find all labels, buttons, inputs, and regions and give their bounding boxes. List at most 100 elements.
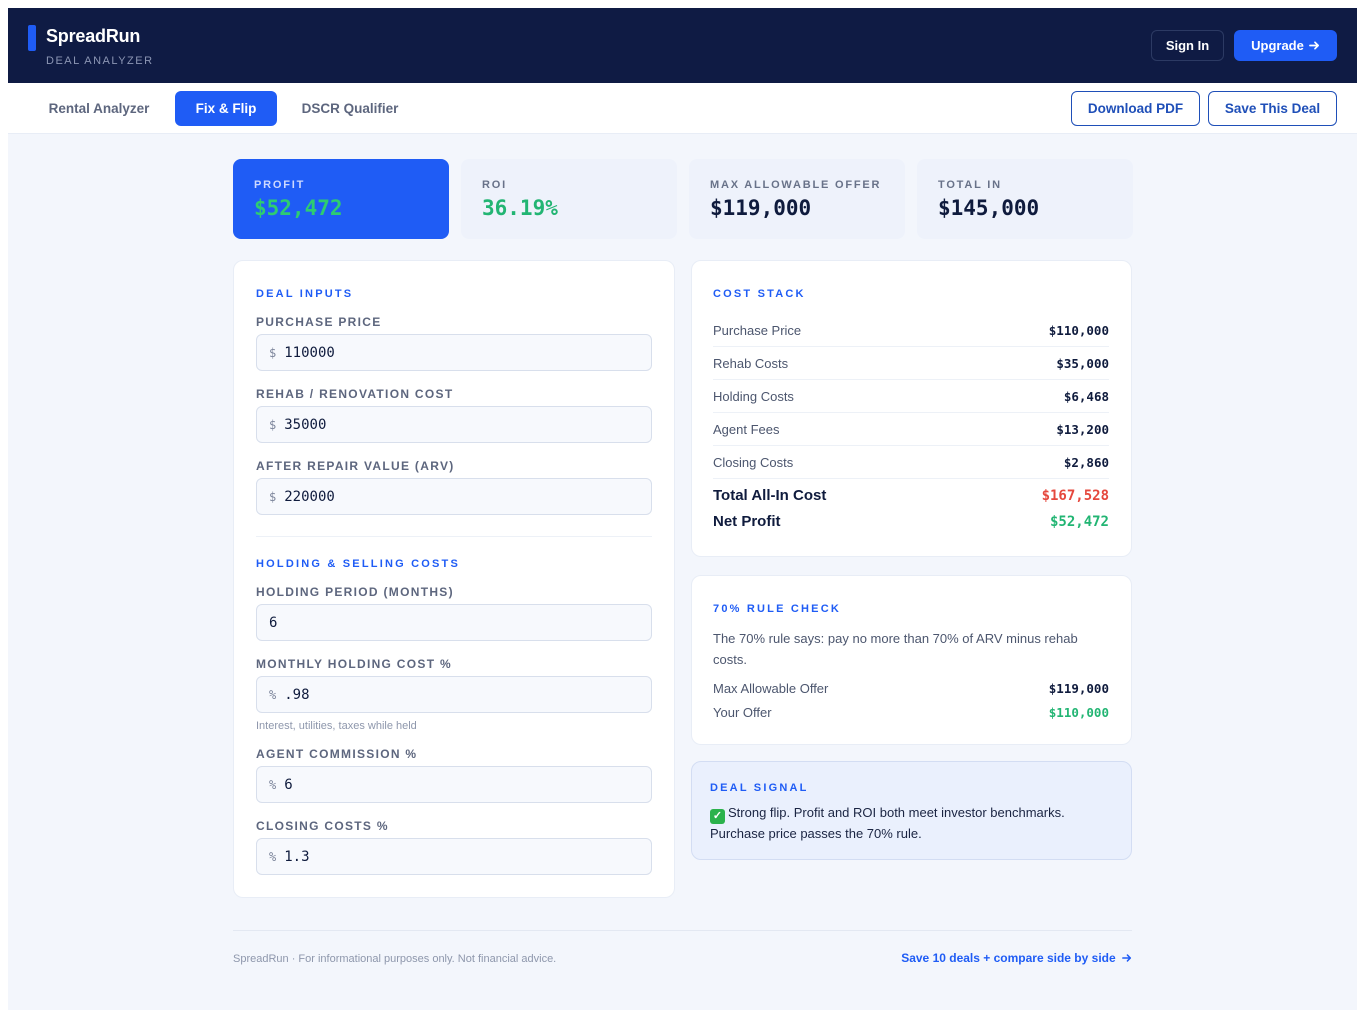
brand-logo-mark (28, 25, 36, 51)
your-offer-row: Your Offer $110,000 (713, 705, 1109, 720)
arv-input[interactable]: $ 220000 (256, 478, 652, 515)
cost-row: Purchase Price $110,000 (713, 314, 1109, 347)
deal-inputs-title: DEAL INPUTS (256, 288, 354, 300)
your-offer-value: $110,000 (1048, 705, 1109, 720)
total-cost-row: Total All-In Cost $167,528 (713, 487, 1109, 504)
cost-value: $2,860 (1063, 454, 1109, 470)
max-offer-value: $119,000 (1048, 681, 1109, 696)
compare-deals-link[interactable]: Save 10 deals + compare side by side (895, 951, 1132, 965)
download-pdf-button[interactable]: Download PDF (1071, 91, 1200, 126)
purchase-price-value: 110000 (284, 344, 335, 361)
net-profit-value: $52,472 (1049, 513, 1109, 530)
brand-subtitle: DEAL ANALYZER (46, 55, 154, 67)
cost-stack-card: COST STACK Purchase Price $110,000 Rehab… (691, 260, 1132, 557)
cost-stack-title: COST STACK (713, 288, 806, 300)
dollar-prefix: $ (269, 417, 277, 432)
cost-row: Rehab Costs $35,000 (713, 347, 1109, 380)
holding-period-input[interactable]: 6 (256, 604, 652, 641)
metric-value: 36.19% (482, 196, 558, 220)
arrow-right-icon (1122, 954, 1132, 962)
rule-check-title: 70% RULE CHECK (713, 603, 841, 615)
percent-prefix: % (269, 849, 277, 864)
holding-costs-title: HOLDING & SELLING COSTS (256, 558, 460, 570)
total-cost-label: Total All-In Cost (713, 487, 827, 504)
rule-description: The 70% rule says: pay no more than 70% … (713, 631, 1078, 667)
metric-total-in: TOTAL IN $145,000 (917, 159, 1133, 239)
deal-signal-panel: DEAL SIGNAL ✓ Strong flip. Profit and ROI… (691, 761, 1132, 860)
metric-label: ROI (482, 179, 507, 191)
max-offer-row: Max Allowable Offer $119,000 (713, 681, 1109, 696)
metric-max-allowable-offer: MAX ALLOWABLE OFFER $119,000 (689, 159, 905, 239)
download-pdf-label: Download PDF (1087, 101, 1184, 116)
compare-deals-label: Save 10 deals + compare side by side (901, 951, 1116, 965)
monthly-holding-label: MONTHLY HOLDING COST % (256, 657, 452, 671)
app-frame: SpreadRun DEAL ANALYZER Sign In Upgrade … (8, 8, 1357, 1010)
monthly-holding-value: .98 (284, 686, 310, 703)
closing-costs-value: 1.3 (284, 848, 310, 865)
tab-rental-analyzer[interactable]: Rental Analyzer (32, 91, 166, 126)
cost-value: $35,000 (1056, 355, 1109, 371)
arv-label: AFTER REPAIR VALUE (ARV) (256, 459, 455, 473)
sign-in-button[interactable]: Sign In (1151, 30, 1224, 61)
total-cost-value: $167,528 (1041, 487, 1109, 504)
deal-inputs-card: DEAL INPUTS PURCHASE PRICE $ 110000 REHA… (233, 260, 675, 898)
deal-signal-text: Strong flip. Profit and ROI both meet in… (710, 805, 1065, 841)
metric-roi: ROI 36.19% (461, 159, 677, 239)
cost-label: Rehab Costs (713, 355, 789, 371)
sign-in-label: Sign In (1165, 38, 1210, 53)
section-divider (256, 536, 652, 537)
cost-value: $110,000 (1048, 322, 1109, 338)
top-bar: SpreadRun DEAL ANALYZER Sign In Upgrade (8, 8, 1357, 83)
metric-label: PROFIT (254, 179, 306, 191)
holding-period-label: HOLDING PERIOD (MONTHS) (256, 585, 454, 599)
cost-label: Holding Costs (713, 388, 794, 404)
net-profit-row: Net Profit $52,472 (713, 513, 1109, 530)
arv-value: 220000 (284, 488, 335, 505)
monthly-holding-input[interactable]: % .98 (256, 676, 652, 713)
brand-name: SpreadRun (46, 26, 141, 46)
cost-label: Purchase Price (713, 322, 802, 338)
rehab-cost-label: REHAB / RENOVATION COST (256, 387, 454, 401)
purchase-price-input[interactable]: $ 110000 (256, 334, 652, 371)
tab-fix-and-flip[interactable]: Fix & Flip (175, 91, 277, 126)
rehab-cost-input[interactable]: $ 35000 (256, 406, 652, 443)
closing-costs-input[interactable]: % 1.3 (256, 838, 652, 875)
check-mark-icon: ✓ (710, 809, 725, 824)
save-deal-button[interactable]: Save This Deal (1208, 91, 1337, 126)
save-deal-label: Save This Deal (1224, 101, 1321, 116)
rule-check-card: 70% RULE CHECK The 70% rule says: pay no… (691, 575, 1132, 745)
holding-period-value: 6 (269, 614, 278, 631)
footer-disclaimer: SpreadRun · For informational purposes o… (233, 953, 557, 965)
upgrade-button[interactable]: Upgrade (1234, 30, 1337, 61)
rehab-cost-value: 35000 (284, 416, 327, 433)
tab-bar: Rental Analyzer Fix & Flip DSCR Qualifie… (8, 83, 1357, 134)
net-profit-label: Net Profit (713, 513, 781, 530)
tab-dscr-qualifier[interactable]: DSCR Qualifier (288, 91, 412, 126)
deal-signal-message: ✓ Strong flip. Profit and ROI both meet i… (710, 803, 1110, 844)
upgrade-label: Upgrade (1251, 38, 1304, 53)
metric-value: $119,000 (710, 196, 812, 220)
metric-label: MAX ALLOWABLE OFFER (710, 179, 882, 191)
cost-value: $6,468 (1063, 388, 1109, 404)
agent-commission-input[interactable]: % 6 (256, 766, 652, 803)
purchase-price-label: PURCHASE PRICE (256, 315, 382, 329)
footer-divider (233, 930, 1132, 931)
closing-costs-label: CLOSING COSTS % (256, 819, 389, 833)
percent-prefix: % (269, 687, 277, 702)
monthly-holding-hint: Interest, utilities, taxes while held (256, 720, 417, 732)
cost-row: Agent Fees $13,200 (713, 413, 1109, 446)
your-offer-label: Your Offer (713, 705, 772, 720)
cost-label: Closing Costs (713, 454, 794, 470)
dollar-prefix: $ (269, 345, 277, 360)
metric-value: $145,000 (938, 196, 1040, 220)
agent-commission-value: 6 (284, 776, 293, 793)
max-offer-label: Max Allowable Offer (713, 681, 829, 696)
cost-label: Agent Fees (713, 421, 780, 437)
cost-value: $13,200 (1056, 421, 1109, 437)
metric-label: TOTAL IN (938, 179, 1002, 191)
metric-value: $52,472 (254, 196, 343, 220)
dollar-prefix: $ (269, 489, 277, 504)
metric-profit: PROFIT $52,472 (233, 159, 449, 239)
arrow-right-icon (1308, 41, 1319, 50)
cost-row: Closing Costs $2,860 (713, 446, 1109, 479)
